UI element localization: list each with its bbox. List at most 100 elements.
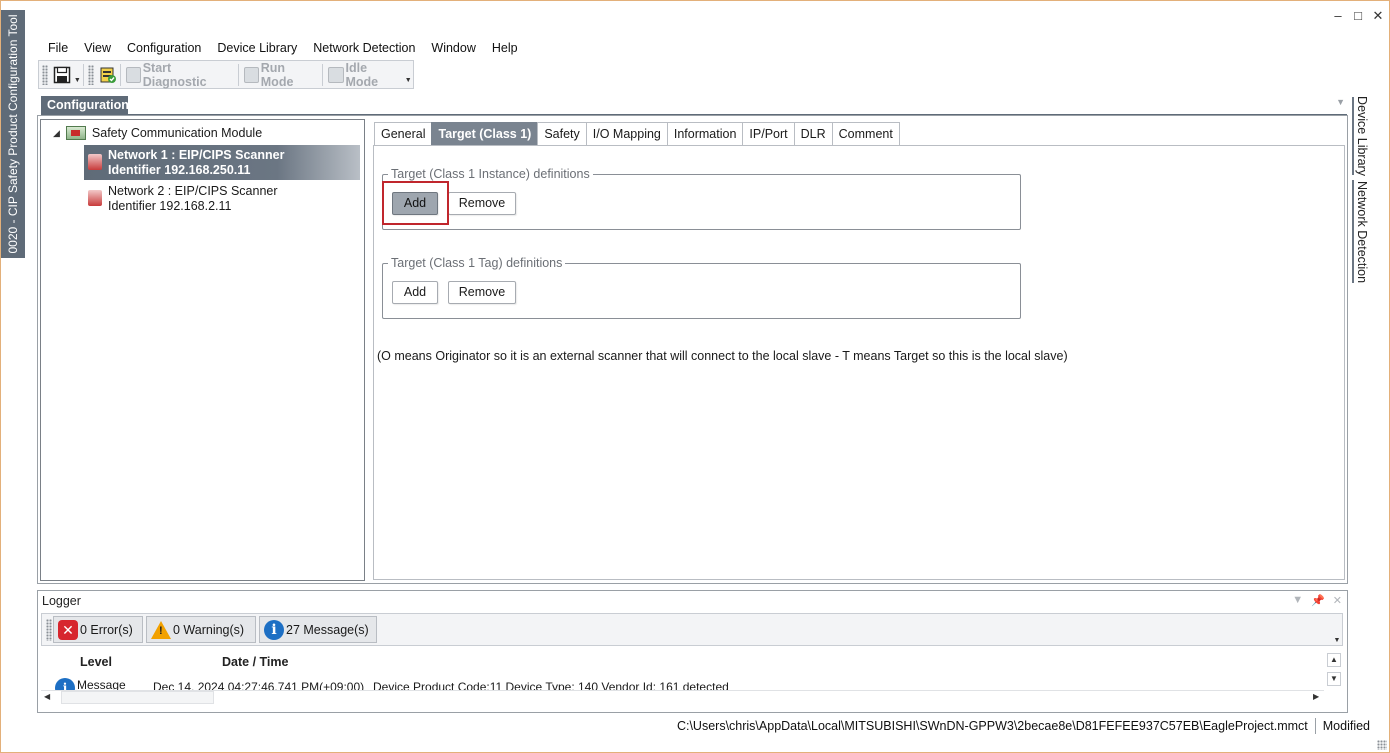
remove-tag-button[interactable]: Remove <box>448 281 516 304</box>
toolbar-grip[interactable] <box>42 64 48 85</box>
logger-close-icon[interactable]: ✕ <box>1333 594 1342 607</box>
pin-icon[interactable]: 📌 <box>1311 594 1325 607</box>
log-level: Message <box>77 678 126 690</box>
window-controls: ‒ □ ✕ <box>1332 8 1384 24</box>
tree-node-title: Network 1 : EIP/CIPS Scanner <box>108 148 285 162</box>
start-diagnostic-button[interactable]: Start Diagnostic <box>122 60 237 89</box>
tree-node-title: Network 2 : EIP/CIPS Scanner <box>108 184 278 198</box>
transfer-button[interactable] <box>97 63 119 87</box>
remove-instance-button[interactable]: Remove <box>448 192 516 215</box>
warning-icon <box>151 620 171 639</box>
tab-general[interactable]: General <box>374 122 433 146</box>
diagnostic-icon <box>125 66 141 83</box>
toolbar-separator-2 <box>119 63 121 86</box>
collapse-triangle-icon[interactable]: ◢ <box>53 128 60 139</box>
tree-root-item[interactable]: ◢ Safety Communication Module <box>53 126 262 140</box>
side-tab-label: Network Detection <box>1355 180 1369 283</box>
originator-target-note: (O means Originator so it is an external… <box>377 349 1068 363</box>
app-title-text: 0020 - CIP Safety Product Configuration … <box>6 14 20 254</box>
modified-status: Modified <box>1322 719 1370 733</box>
tab-information[interactable]: Information <box>666 122 744 146</box>
scroll-down-button[interactable]: ▼ <box>1327 672 1341 686</box>
highlight-box <box>382 181 449 225</box>
save-dropdown-arrow[interactable]: ▼ <box>73 63 82 87</box>
toolbar-separator-4 <box>322 63 324 86</box>
idle-mode-label: Idle Mode <box>345 60 379 89</box>
tab-comment[interactable]: Comment <box>831 122 900 146</box>
column-header-level[interactable]: Level <box>80 655 112 669</box>
side-tab-device-library[interactable]: Device Library <box>1351 96 1373 176</box>
property-tabs: General Target (Class 1) Safety I/O Mapp… <box>374 122 900 146</box>
run-mode-button[interactable]: Run Mode <box>240 61 322 89</box>
scroll-right-button[interactable]: ▶ <box>1313 692 1319 701</box>
tree-node-network-2[interactable]: Network 2 : EIP/CIPS Scanner Identifier … <box>84 181 360 216</box>
tab-safety[interactable]: Safety <box>537 122 587 146</box>
log-description: Device Product Code:11 Device Type: 140 … <box>373 680 729 690</box>
warnings-count: 0 Warning(s) <box>173 622 245 637</box>
add-tag-button[interactable]: Add <box>392 281 438 304</box>
column-header-datetime[interactable]: Date / Time <box>222 655 288 669</box>
toolbar-overflow-arrow[interactable]: ▼ <box>404 63 413 87</box>
module-icon <box>65 126 86 140</box>
network-icon <box>88 190 102 206</box>
minimize-button[interactable]: ‒ <box>1332 8 1344 24</box>
messages-filter-button[interactable]: i 27 Message(s) <box>259 616 377 643</box>
menu-configuration[interactable]: Configuration <box>119 38 209 58</box>
menu-help[interactable]: Help <box>484 38 526 58</box>
logger-controls: ▼ 📌 ✕ <box>1292 594 1342 607</box>
resize-grip[interactable] <box>1377 740 1387 750</box>
menu-network-detection[interactable]: Network Detection <box>305 38 423 58</box>
side-tab-indicator <box>1352 180 1354 283</box>
error-icon: ✕ <box>58 619 78 640</box>
scroll-up-button[interactable]: ▲ <box>1327 653 1341 667</box>
toolbar-separator-3 <box>237 63 239 86</box>
group-title: Target (Class 1 Tag) definitions <box>388 256 566 270</box>
side-tab-network-detection[interactable]: Network Detection <box>1351 180 1373 283</box>
idle-mode-button[interactable]: Idle Mode <box>324 60 403 89</box>
info-icon: i <box>55 678 75 690</box>
horizontal-scroll-thumb[interactable] <box>61 691 214 704</box>
log-row[interactable]: i Message Dec 14, 2024 04:27:46.741 PM(+… <box>41 678 1324 690</box>
errors-filter-button[interactable]: ✕ 0 Error(s) <box>53 616 143 643</box>
menu-bar: File View Configuration Device Library N… <box>40 38 526 58</box>
horizontal-scrollbar[interactable] <box>41 690 1324 705</box>
warnings-filter-button[interactable]: 0 Warning(s) <box>146 616 256 643</box>
tab-target-class-1[interactable]: Target (Class 1) <box>431 122 539 146</box>
logger-title: Logger <box>42 594 81 608</box>
start-diagnostic-label: Start Diagnostic <box>142 60 207 89</box>
tab-io-mapping[interactable]: I/O Mapping <box>585 122 668 146</box>
network-icon <box>88 154 102 170</box>
menu-file[interactable]: File <box>40 38 76 58</box>
tab-dlr[interactable]: DLR <box>793 122 833 146</box>
run-mode-icon <box>243 66 259 83</box>
menu-view[interactable]: View <box>76 38 119 58</box>
status-bar: C:\Users\chris\AppData\Local\MITSUBISHI\… <box>677 718 1370 734</box>
logger-menu-icon[interactable]: ▼ <box>1292 594 1303 607</box>
tree-node-identifier: Identifier 192.168.250.11 <box>108 163 251 177</box>
scroll-left-button[interactable]: ◀ <box>44 692 50 701</box>
tab-ip-port[interactable]: IP/Port <box>742 122 795 146</box>
logger-toolbar-overflow-arrow[interactable]: ▼ <box>1333 618 1341 644</box>
side-tab-label: Device Library <box>1355 96 1369 176</box>
project-path: C:\Users\chris\AppData\Local\MITSUBISHI\… <box>676 719 1308 733</box>
tree-node-network-1[interactable]: Network 1 : EIP/CIPS Scanner Identifier … <box>84 145 360 180</box>
configuration-panel-tab[interactable]: Configuration <box>41 96 129 115</box>
messages-count: 27 Message(s) <box>286 622 369 637</box>
device-tree[interactable]: ◢ Safety Communication Module Network 1 … <box>40 119 365 581</box>
tree-node-identifier: Identifier 192.168.2.11 <box>108 199 232 213</box>
logger-toolbar-grip[interactable] <box>46 619 52 641</box>
maximize-button[interactable]: □ <box>1352 8 1364 24</box>
tree-root-label: Safety Communication Module <box>91 126 263 140</box>
save-button[interactable] <box>51 63 73 87</box>
log-datetime: Dec 14, 2024 04:27:46.741 PM(+09:00) <box>153 680 365 690</box>
idle-mode-icon <box>328 66 344 83</box>
group-title: Target (Class 1 Instance) definitions <box>388 167 593 181</box>
menu-device-library[interactable]: Device Library <box>209 38 305 58</box>
toolbar-grip-2[interactable] <box>87 64 94 85</box>
close-button[interactable]: ✕ <box>1372 8 1384 24</box>
menu-window[interactable]: Window <box>423 38 483 58</box>
errors-count: 0 Error(s) <box>80 622 133 637</box>
save-icon <box>53 66 70 83</box>
panel-menu-icon[interactable]: ▼ <box>1336 97 1345 107</box>
status-separator <box>1314 718 1316 734</box>
